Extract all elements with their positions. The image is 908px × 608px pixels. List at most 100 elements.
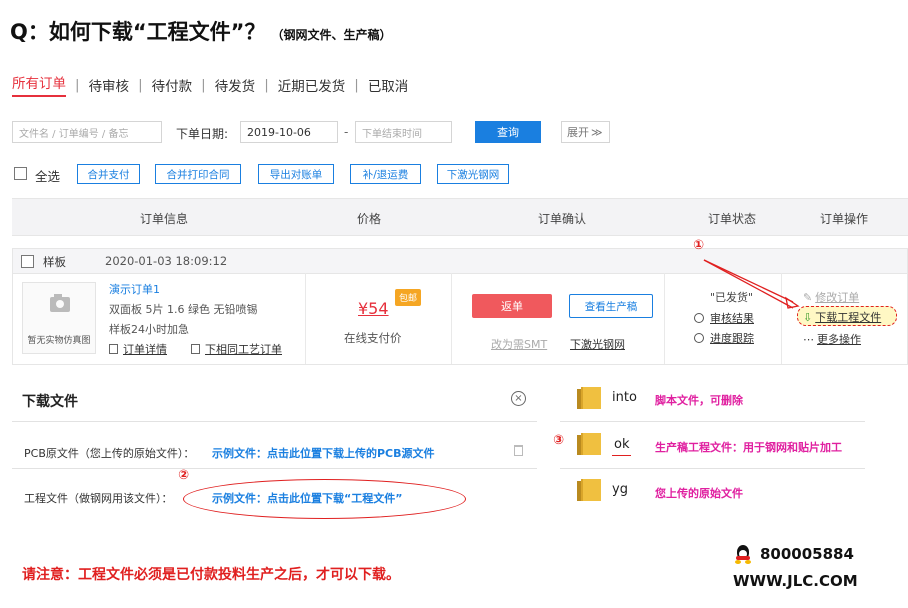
order-checkbox[interactable]: [21, 255, 34, 268]
tab-separator: |: [354, 76, 359, 93]
select-all-label: 全选: [35, 169, 61, 184]
edit-order-label: 修改订单: [815, 291, 860, 304]
divider: [305, 273, 306, 364]
tab-separator: |: [264, 76, 269, 93]
tab-separator: |: [75, 76, 80, 93]
view-production-draft-button[interactable]: 查看生产稿: [569, 294, 653, 318]
order-name-link[interactable]: 演示订单1: [109, 281, 160, 297]
page-title-text: Q：如何下载“工程文件”？: [10, 20, 266, 44]
divider: [12, 468, 537, 469]
folder-name-yg: yg: [612, 482, 628, 497]
divider: [12, 421, 537, 422]
marker-3: ③: [553, 433, 565, 448]
date-range-dash: -: [344, 125, 349, 139]
divider: [664, 273, 665, 364]
table-header: 订单信息 价格 订单确认 订单状态 订单操作: [12, 198, 908, 236]
laser-stencil-link[interactable]: 下激光钢网: [570, 336, 625, 352]
export-statement-button[interactable]: 导出对账单: [258, 164, 334, 184]
same-process-label: 下相同工艺订单: [205, 343, 282, 356]
merge-pay-button[interactable]: 合并支付: [77, 164, 140, 184]
tab-pending-review[interactable]: 待审核: [89, 75, 130, 95]
order-tabs: 所有订单 | 待审核 | 待付款 | 待发货 | 近期已发货 | 已取消: [12, 72, 408, 97]
merge-print-contract-button[interactable]: 合并打印合同: [155, 164, 241, 184]
folder-icon: [577, 479, 601, 501]
query-button[interactable]: 查询: [475, 121, 541, 143]
folder-note-ok: 生产稿工程文件：用于钢网和贴片加工: [655, 441, 842, 454]
arrow-head: [785, 296, 800, 309]
folder-note-yg: 您上传的原始文件: [655, 487, 743, 500]
tab-separator: |: [138, 76, 143, 93]
tab-recently-shipped[interactable]: 近期已发货: [278, 75, 346, 95]
tab-pending-payment[interactable]: 待付款: [152, 75, 193, 95]
clock-icon: [694, 333, 704, 343]
download-engineering-file-link[interactable]: ⇩ 下载工程文件: [803, 309, 881, 325]
more-ops-link[interactable]: ⋯ 更多操作: [803, 331, 861, 347]
page-title: Q：如何下载“工程文件”？ （钢网文件、生产稿）: [10, 16, 391, 46]
divider: [451, 273, 452, 364]
download-engineering-label: 下载工程文件: [815, 311, 882, 324]
order-price: ¥54: [358, 299, 389, 318]
header-order-ops: 订单操作: [820, 212, 869, 226]
expand-button[interactable]: 展开 ≫: [561, 121, 610, 143]
header-order-confirm: 订单确认: [538, 212, 587, 226]
edit-order-link[interactable]: ✎ 修改订单: [803, 289, 859, 305]
annotation-arrows: [703, 259, 800, 309]
arrow-line: [703, 259, 794, 309]
tab-cancelled[interactable]: 已取消: [368, 75, 409, 95]
arrow-line: [703, 259, 794, 303]
page-subtitle: （钢网文件、生产稿）: [271, 28, 392, 42]
tab-all-orders[interactable]: 所有订单: [12, 72, 66, 97]
contact-website: WWW.JLC.COM: [733, 572, 858, 590]
select-all-checkbox[interactable]: [14, 167, 27, 180]
document-icon: [109, 344, 118, 354]
end-date-input[interactable]: 下单结束时间: [355, 121, 452, 143]
pcb-file-label: PCB原文件（您上传的原始文件）：: [24, 447, 195, 460]
order-detail-label: 订单详情: [123, 343, 167, 356]
download-panel-title: 下载文件: [22, 394, 78, 410]
tab-separator: |: [201, 76, 206, 93]
shipping-refund-button[interactable]: 补/退运费: [350, 164, 421, 184]
folder-name-into: into: [612, 390, 637, 405]
copy-icon: [191, 344, 200, 354]
folder-name-ok: ok: [612, 437, 632, 456]
order-time: 2020-01-03 18:09:12: [105, 254, 228, 268]
folder-icon: [577, 433, 601, 455]
reorder-button[interactable]: 返单: [472, 294, 552, 318]
trash-icon[interactable]: [514, 445, 523, 456]
contact-qq: 800005884: [760, 545, 854, 563]
product-thumbnail: 暂无实物仿真图: [22, 282, 96, 354]
order-urgent: 样板24小时加急: [109, 323, 189, 336]
download-notice: 请注意：工程文件必须是已付款投料生产之后，才可以下载。: [22, 567, 400, 583]
change-to-smt-link[interactable]: 改为需SMT: [491, 336, 547, 352]
start-date-input[interactable]: 2019-10-06: [240, 121, 338, 143]
engineering-file-label: 工程文件（做钢网用该文件）：: [24, 492, 173, 505]
pay-method: 在线支付价: [344, 331, 402, 345]
more-icon: ⋯: [803, 333, 814, 346]
thumbnail-caption: 暂无实物仿真图: [27, 336, 91, 346]
progress-tracking-link[interactable]: 进度跟踪: [694, 330, 754, 346]
divider: [560, 421, 865, 422]
pcb-file-download-link[interactable]: 示例文件：点击此位置下载上传的PCB源文件: [212, 445, 435, 461]
order-detail-link[interactable]: 订单详情: [109, 341, 167, 357]
folder-icon: [577, 387, 601, 409]
order-date-label: 下单日期:: [176, 127, 229, 141]
expand-label: 展开: [567, 126, 589, 139]
qq-penguin-icon: [734, 545, 752, 565]
divider: [560, 468, 865, 469]
close-icon[interactable]: ×: [511, 391, 526, 406]
search-input[interactable]: 文件名 / 订单编号 / 备忘: [12, 121, 162, 143]
header-order-status: 订单状态: [708, 212, 757, 226]
header-price: 价格: [357, 212, 382, 226]
camera-icon: [50, 294, 70, 312]
laser-stencil-button[interactable]: 下激光钢网: [437, 164, 509, 184]
more-ops-label: 更多操作: [817, 333, 861, 346]
progress-label: 进度跟踪: [710, 332, 754, 345]
header-order-info: 订单信息: [140, 212, 189, 226]
same-process-order-link[interactable]: 下相同工艺订单: [191, 341, 282, 357]
order-type: 样板: [43, 255, 66, 269]
double-chevron-right-icon: ≫: [591, 125, 603, 139]
engineering-file-download-link[interactable]: 示例文件：点击此位置下载“工程文件”: [212, 490, 402, 506]
folder-note-into: 脚本文件，可删除: [655, 394, 743, 407]
order-spec: 双面板 5片 1.6 绿色 无铅喷锡: [109, 303, 258, 316]
tab-pending-shipment[interactable]: 待发货: [215, 75, 256, 95]
